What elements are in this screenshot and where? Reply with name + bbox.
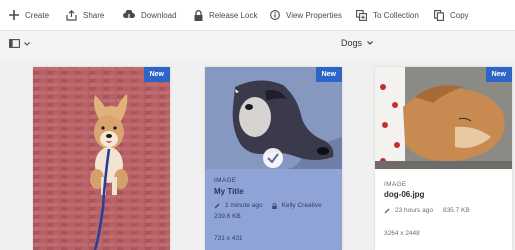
release-lock-label: Release Lock [209,10,258,20]
locked-by: Kelly Creative [281,202,322,209]
lock-icon [271,202,277,209]
share-button[interactable]: Share [66,0,104,30]
page-title: Dogs [341,38,363,48]
download-button[interactable]: Download [123,0,177,30]
modified-time: 23 hours ago [395,207,433,214]
asset-grid: New New IMAGE My Title 1 minute ago Kell… [0,60,515,250]
copy-icon [434,9,444,21]
create-button[interactable]: Create [9,0,49,30]
dog-portrait-thumbnail [205,67,342,169]
asset-type: IMAGE [384,181,407,188]
sleeping-dog-thumbnail [375,67,512,169]
pencil-icon [214,203,220,208]
modified-time: 1 minute ago [225,202,263,209]
lock-icon [194,9,203,21]
asset-type: IMAGE [214,177,237,184]
rail-toggle-button[interactable] [9,39,30,48]
new-badge: New [485,67,512,82]
file-size: 835.7 KB [442,207,470,214]
to-collection-label: To Collection [373,10,419,20]
action-toolbar: Create Share Download Release Lock View … [0,0,515,31]
image-dimensions: 3264 x 2448 [384,230,420,237]
chevron-down-icon [24,41,30,46]
asset-card[interactable]: New [33,67,170,250]
sidebar-toggle-icon [9,39,20,48]
dog-on-bricks-thumbnail [33,67,170,250]
asset-modified-row: 1 minute ago Kelly Creative [214,202,322,209]
view-properties-label: View Properties [286,10,342,20]
pencil-icon [384,208,390,213]
file-size: 239.6 KB [214,213,241,220]
download-icon [123,10,135,20]
asset-title: dog-06.jpg [384,190,425,199]
asset-card[interactable]: New IMAGE dog-06.jpg 23 hours ago 835.7 … [375,67,512,250]
view-properties-button[interactable]: View Properties [270,0,342,30]
view-subbar [0,31,515,59]
asset-title: My Title [214,187,244,196]
download-label: Download [141,10,177,20]
share-label: Share [83,10,105,20]
asset-card-selected[interactable]: New IMAGE My Title 1 minute ago Kelly Cr… [205,67,342,250]
to-collection-button[interactable]: To Collection [356,0,419,30]
asset-modified-row: 23 hours ago 835.7 KB [384,207,470,214]
plus-icon [9,10,19,20]
chevron-down-icon [367,41,373,45]
share-icon [66,9,77,21]
copy-button[interactable]: Copy [434,0,469,30]
copy-label: Copy [450,10,469,20]
new-badge: New [143,67,170,82]
collection-icon [356,9,367,21]
new-badge: New [315,67,342,82]
info-icon [270,10,280,20]
folder-title-dropdown[interactable]: Dogs [341,38,373,48]
release-lock-button[interactable]: Release Lock [194,0,257,30]
image-dimensions: 731 x 431 [214,235,243,242]
create-label: Create [25,10,50,20]
